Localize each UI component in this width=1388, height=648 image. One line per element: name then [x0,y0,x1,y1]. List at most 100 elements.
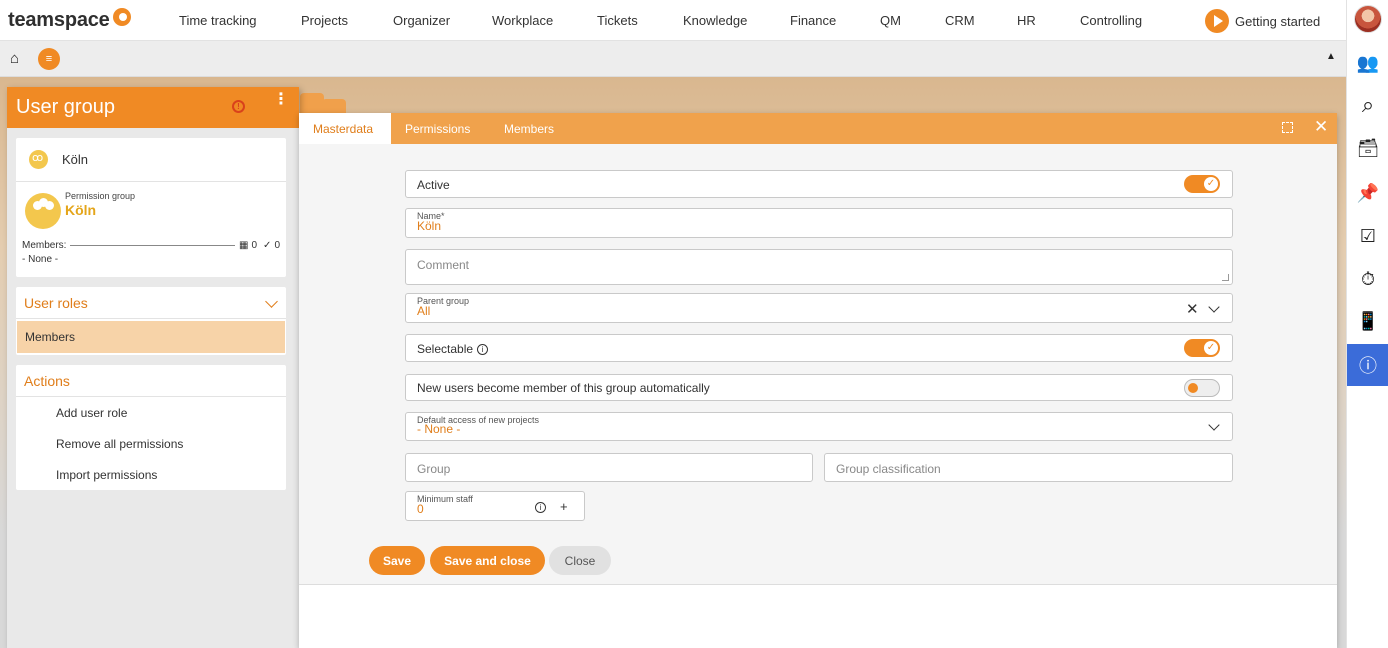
members-list-item[interactable]: Members [17,321,285,353]
panel-header: User group ! ⋮ [7,87,299,128]
default-access-select[interactable]: Default access of new projects - None - [405,412,1233,441]
name-input[interactable]: Köln [417,219,441,233]
nav-workplace[interactable]: Workplace [492,13,553,28]
panel-title: User group [16,96,115,118]
members-checked-count: 0 [274,239,280,251]
dialog-footer-area [299,584,1337,648]
permission-group-name: Köln [65,202,97,218]
secondary-toolbar: ⌂ ≡ ▲ [0,41,1346,77]
close-button[interactable]: Close [549,546,611,575]
tab-permissions[interactable]: Permissions [391,113,484,144]
auto-member-label: New users become member of this group au… [417,381,710,395]
user-roles-title: User roles [24,294,88,311]
action-add-user-role[interactable]: Add user role [16,397,286,428]
group-icon [29,150,48,169]
pin-icon[interactable]: 📌 [1347,172,1388,214]
auto-member-toggle[interactable] [1184,379,1220,397]
right-toolbar: 👥 ⌕ 🗃 📌 ☑ ⏱ 📱 ⓘ [1346,0,1388,648]
selectable-toggle-field: Selectable i [405,334,1233,362]
check-icon: ✓ [263,239,272,251]
expand-icon[interactable] [1282,122,1293,133]
group-summary-card: Köln Permission group Köln Members: ▦ 0 … [16,138,286,277]
clear-icon[interactable]: ✕ [1186,300,1199,318]
nav-time-tracking[interactable]: Time tracking [179,13,257,28]
mobile-icon[interactable]: 📱 [1347,300,1388,342]
action-remove-all-permissions[interactable]: Remove all permissions [16,428,286,459]
play-icon [1205,9,1229,33]
group-field[interactable]: Group [405,453,813,482]
resize-handle-icon[interactable] [1222,274,1229,281]
nav-knowledge[interactable]: Knowledge [683,13,747,28]
members-count: 0 [251,239,258,251]
user-roles-section: User roles Members [16,287,286,355]
permission-group-label: Permission group [65,191,136,201]
active-toggle[interactable] [1184,175,1220,193]
group-name: Köln [62,152,89,167]
user-roles-heading[interactable]: User roles [16,287,286,319]
stopwatch-icon[interactable]: ⏱ [1347,258,1388,300]
name-field[interactable]: Name* Köln [405,208,1233,238]
checklist-icon[interactable]: ☑ [1347,215,1388,257]
minimum-staff-field[interactable]: Minimum staff 0 i + [405,491,585,521]
actions-section: Actions Add user role Remove all permiss… [16,365,286,490]
teamspace-logo[interactable]: teamspace [8,7,131,32]
active-label: Active [417,178,450,192]
group-classification-input[interactable]: Group classification [836,462,941,476]
nav-controlling[interactable]: Controlling [1080,13,1142,28]
group-input[interactable]: Group [417,462,450,476]
nav-finance[interactable]: Finance [790,13,836,28]
search-icon[interactable]: ⌕ [1347,84,1388,126]
action-import-permissions[interactable]: Import permissions [16,459,286,490]
comment-input[interactable]: Comment [417,258,469,272]
chevron-down-icon[interactable] [1208,301,1220,313]
divider [70,244,236,246]
group-classification-field[interactable]: Group classification [824,453,1233,482]
inbox-icon[interactable]: 🗃 [1347,127,1388,169]
info-icon[interactable]: ⓘ [1347,344,1388,386]
dialog-tab-bar: Masterdata Permissions Members ✕ [299,113,1337,144]
user-group-panel: User group ! ⋮ Köln Permission group Köl… [7,87,299,648]
group-name-row: Köln [16,138,286,182]
logo-mark-icon [112,7,131,26]
permission-group-icon [25,193,61,229]
alert-icon[interactable]: ! [232,100,245,113]
users-icon[interactable]: 👥 [1347,42,1388,84]
tab-members[interactable]: Members [490,113,568,144]
save-and-close-button[interactable]: Save and close [430,546,545,575]
getting-started-label: Getting started [1235,13,1321,29]
more-options-icon[interactable]: ⋮ [273,92,289,108]
selectable-text: Selectable [417,342,474,356]
user-avatar[interactable] [1354,5,1382,33]
parent-group-select[interactable]: Parent group All ✕ [405,293,1233,323]
members-summary: Members: ▦ 0 ✓ 0 [22,239,280,251]
chevron-down-icon[interactable] [1208,419,1220,431]
comment-field[interactable]: Comment [405,249,1233,285]
collapse-arrow-icon[interactable]: ▲ [1326,51,1336,62]
logo-text: teamspace [8,9,110,31]
auto-member-toggle-field: New users become member of this group au… [405,374,1233,401]
increment-icon[interactable]: + [560,499,568,514]
active-toggle-field: Active [405,170,1233,198]
default-access-value: - None - [417,422,461,436]
getting-started-button[interactable]: Getting started [1205,9,1320,33]
selectable-toggle[interactable] [1184,339,1220,357]
close-icon[interactable]: ✕ [1314,117,1328,137]
info-icon[interactable]: i [477,344,489,355]
nav-qm[interactable]: QM [880,13,901,28]
parent-group-value: All [417,304,431,318]
nav-tickets[interactable]: Tickets [597,13,638,28]
chevron-down-icon[interactable] [265,295,278,308]
nav-hr[interactable]: HR [1017,13,1036,28]
save-button[interactable]: Save [369,546,425,575]
members-none: - None - [22,254,59,265]
tab-masterdata[interactable]: Masterdata [299,113,391,144]
home-icon[interactable]: ⌂ [10,50,19,67]
info-icon[interactable]: i [535,502,546,513]
selectable-label: Selectable i [417,342,489,356]
minimum-staff-label: Minimum staff [416,494,474,504]
minimum-staff-input[interactable]: 0 [417,502,424,516]
nav-crm[interactable]: CRM [945,13,975,28]
nav-projects[interactable]: Projects [301,13,348,28]
nav-organizer[interactable]: Organizer [393,13,450,28]
menu-icon[interactable]: ≡ [38,48,60,70]
